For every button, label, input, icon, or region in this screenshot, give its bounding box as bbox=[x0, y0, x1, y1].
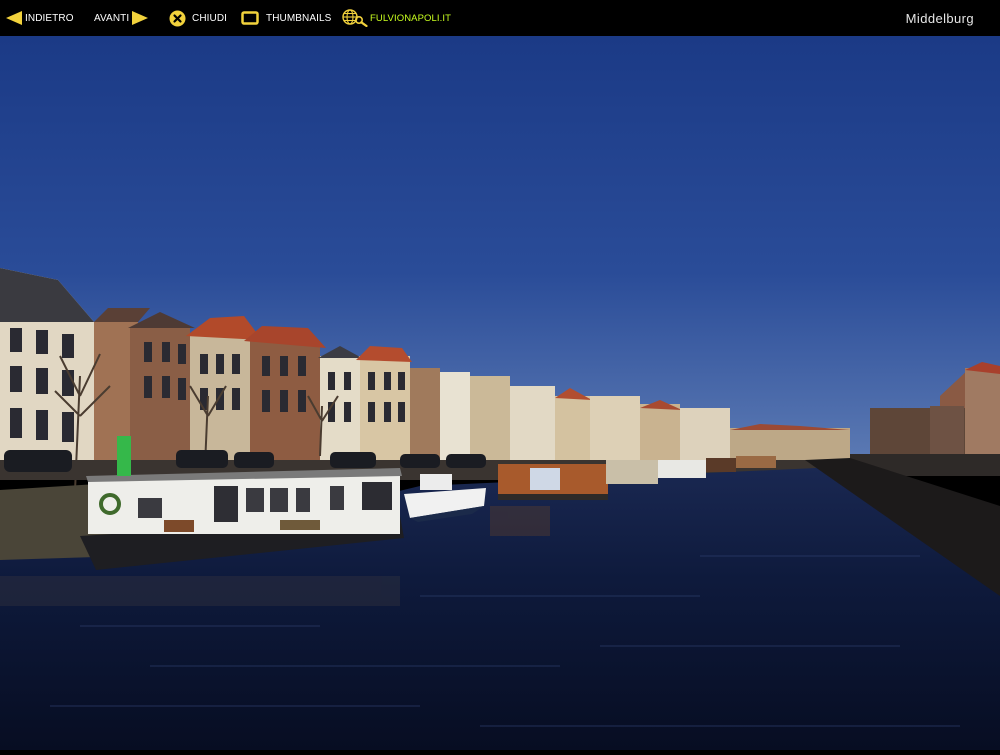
top-toolbar: INDIETRO AVANTI CHIUDI THUMBNAILS FULVIO… bbox=[0, 0, 1000, 37]
thumbnails-icon bbox=[241, 11, 259, 25]
forward-label: AVANTI bbox=[94, 12, 130, 24]
close-label: CHIUDI bbox=[192, 12, 228, 24]
canal-scene-image bbox=[0, 36, 1000, 750]
close-circle-icon bbox=[169, 10, 186, 26]
canal-photo bbox=[0, 36, 1000, 750]
globe-search-icon bbox=[342, 9, 368, 27]
thumbnails-button[interactable]: THUMBNAILS bbox=[241, 0, 331, 36]
site-label: FULVIONAPOLI.IT bbox=[370, 12, 452, 24]
close-button[interactable]: CHIUDI bbox=[169, 0, 227, 36]
arrow-right-icon bbox=[132, 11, 149, 25]
site-link[interactable]: FULVIONAPOLI.IT bbox=[342, 0, 451, 36]
forward-button[interactable]: AVANTI bbox=[94, 0, 149, 36]
thumbnails-label: THUMBNAILS bbox=[266, 12, 332, 24]
page-title: Middelburg bbox=[905, 11, 974, 26]
orange-houseboat bbox=[498, 464, 608, 500]
arrow-left-icon bbox=[6, 11, 22, 25]
green-kiosk bbox=[117, 436, 131, 476]
back-button[interactable]: INDIETRO bbox=[6, 0, 74, 36]
back-label: INDIETRO bbox=[25, 12, 74, 24]
